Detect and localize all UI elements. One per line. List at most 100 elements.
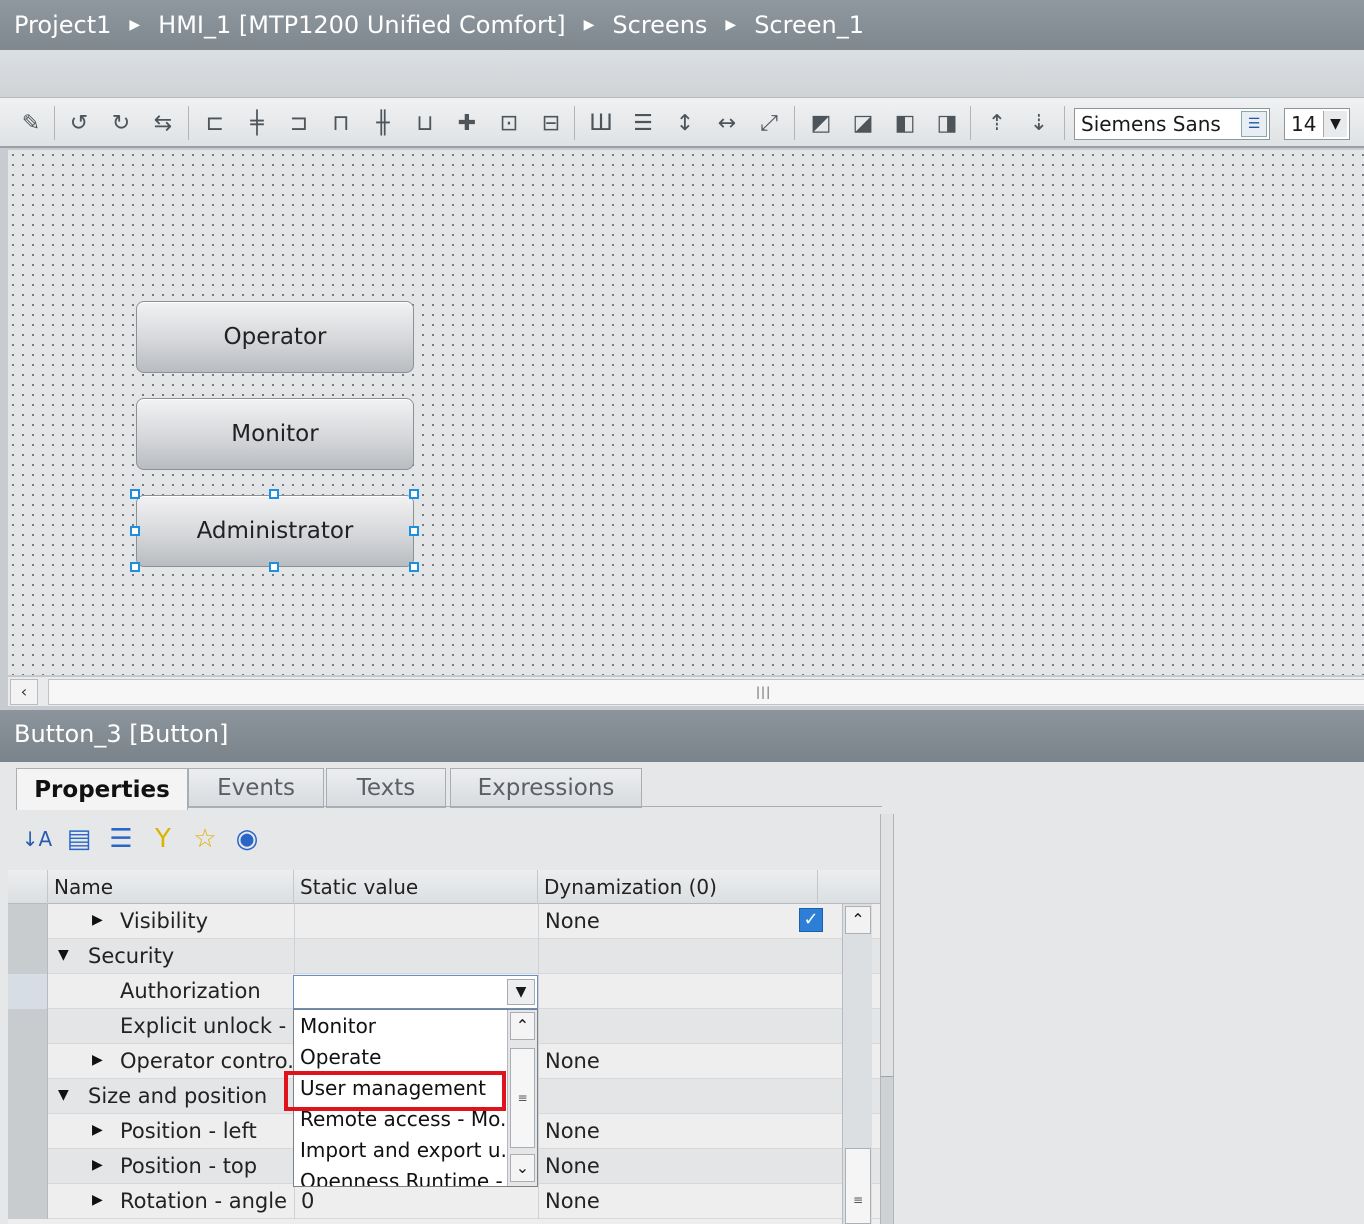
expand-arrow-icon[interactable]: ▶ (92, 1114, 103, 1138)
align-top-icon[interactable]: ⊓ (326, 108, 356, 138)
row-name: Visibility (120, 909, 209, 933)
align-right-icon[interactable]: ⊐ (284, 108, 314, 138)
center-vertical-icon[interactable]: ⊟ (536, 108, 566, 138)
canvas-button-monitor[interactable]: Monitor (136, 398, 414, 470)
tab-expressions[interactable]: Expressions (450, 768, 642, 808)
font-name-value: Siemens Sans (1081, 112, 1221, 136)
align-left-icon[interactable]: ⊏ (200, 108, 230, 138)
center-horizontal-icon[interactable]: ⊡ (494, 108, 524, 138)
screen-canvas[interactable]: Operator Monitor Administrator (8, 150, 1364, 675)
canvas-button-administrator[interactable]: Administrator (136, 495, 414, 567)
scroll-up-icon[interactable]: ⌃ (845, 906, 871, 934)
same-size-icon[interactable]: ⤢ (754, 108, 784, 138)
rotate-left-icon[interactable]: ↺ (64, 108, 94, 138)
bring-to-front-icon[interactable]: ◩ (806, 108, 836, 138)
selection-handle[interactable] (269, 489, 279, 499)
dropdown-option-monitor[interactable]: Monitor (294, 1012, 508, 1043)
tab-texts[interactable]: Texts (326, 768, 446, 808)
selection-handle[interactable] (130, 526, 140, 536)
row-dynamization[interactable]: None (538, 1149, 818, 1184)
same-height-icon[interactable]: ↕ (670, 108, 700, 138)
breadcrumb-hmi[interactable]: HMI_1 [MTP1200 Unified Comfort] (158, 11, 565, 39)
scrollbar-thumb[interactable] (48, 679, 1364, 705)
selection-handle[interactable] (409, 489, 419, 499)
bring-forward-icon[interactable]: ◪ (848, 108, 878, 138)
selection-handle[interactable] (130, 489, 140, 499)
dropdown-scrollbar[interactable]: ⌃ ≡ ⌄ (507, 1010, 537, 1186)
panel-splitter-scrollbar[interactable] (880, 814, 894, 1224)
expand-arrow-icon[interactable]: ▶ (92, 1044, 103, 1068)
row-dynamization[interactable]: None (538, 904, 818, 939)
row-static-value[interactable]: ✓ (294, 904, 823, 939)
tab-events[interactable]: Events (188, 768, 324, 808)
selection-handle[interactable] (409, 526, 419, 536)
same-width-icon[interactable]: ↔ (712, 108, 742, 138)
column-header-name[interactable]: Name (48, 870, 294, 904)
highlight-box (284, 1071, 506, 1111)
distribute-horizontal-icon[interactable]: Ш (586, 108, 616, 138)
scrollbar-thumb[interactable]: ≡ (845, 1148, 871, 1224)
table-row[interactable]: ▶ Visibility ✓ None (8, 904, 880, 939)
filter-icon[interactable]: Y (146, 820, 180, 858)
align-bottom-icon[interactable]: ⊔ (410, 108, 440, 138)
breadcrumb-screen[interactable]: Screen_1 (754, 11, 864, 39)
dropdown-option-import-export[interactable]: Import and export u... (294, 1136, 508, 1167)
list-view-icon[interactable]: ☰ (104, 820, 138, 858)
canvas-horizontal-scrollbar[interactable]: ‹ ||| (8, 676, 1364, 706)
selection-handle[interactable] (130, 562, 140, 572)
flip-icon[interactable]: ⇆ (148, 108, 178, 138)
chevron-down-icon[interactable]: ▼ (1323, 111, 1347, 137)
sort-az-icon[interactable]: ↓A (20, 820, 54, 858)
format-painter-icon[interactable]: ✎ (16, 108, 46, 138)
table-row[interactable]: ▶ Rotation - angle 0 None (8, 1184, 880, 1219)
tab-properties[interactable]: Properties (16, 768, 188, 810)
row-dynamization[interactable]: None (538, 1114, 818, 1149)
expand-arrow-icon[interactable]: ▶ (92, 1149, 103, 1173)
row-gutter (8, 1009, 48, 1044)
group-view-icon[interactable]: ▤ (62, 820, 96, 858)
distribute-vertical-icon[interactable]: ☰ (628, 108, 658, 138)
scroll-up-icon[interactable]: ⌃ (510, 1012, 535, 1040)
center-icon[interactable]: ✚ (452, 108, 482, 138)
visibility-eye-icon[interactable]: ◉ (230, 820, 264, 858)
table-row[interactable]: ▼ Security (8, 939, 880, 974)
rotate-right-icon[interactable]: ↻ (106, 108, 136, 138)
scroll-down-icon[interactable]: ⌄ (510, 1154, 535, 1182)
grid-vertical-scrollbar[interactable]: ⌃ ≡ (842, 904, 872, 1224)
column-header-static[interactable]: Static value (294, 870, 538, 904)
row-dynamization (538, 939, 818, 974)
selection-handle[interactable] (409, 562, 419, 572)
breadcrumb-screens[interactable]: Screens (612, 11, 707, 39)
collapse-arrow-icon[interactable]: ▼ (58, 939, 69, 963)
tab-order-up-icon[interactable]: ⇡ (982, 108, 1012, 138)
row-static-value[interactable]: 0 (294, 1184, 538, 1219)
expand-arrow-icon[interactable]: ▶ (92, 1184, 103, 1208)
scrollbar-thumb[interactable]: ≡ (510, 1048, 535, 1148)
row-dynamization[interactable]: None (538, 1044, 818, 1079)
align-center-icon[interactable]: ╪ (242, 108, 272, 138)
selection-handle[interactable] (269, 562, 279, 572)
collapse-arrow-icon[interactable]: ▼ (58, 1079, 69, 1103)
chevron-down-icon[interactable]: ▼ (507, 979, 535, 1005)
favorites-star-icon[interactable]: ☆ (188, 820, 222, 858)
send-backward-icon[interactable]: ◧ (890, 108, 920, 138)
row-name: Operator contro... (120, 1049, 308, 1073)
authorization-select[interactable]: ▼ (293, 975, 538, 1009)
toolbar-separator (574, 106, 575, 140)
font-name-field[interactable]: Siemens Sans ☰ (1074, 108, 1270, 140)
font-list-icon[interactable]: ☰ (1241, 111, 1267, 137)
dropdown-option-operate[interactable]: Operate (294, 1043, 508, 1074)
expand-arrow-icon[interactable]: ▶ (92, 904, 103, 928)
send-to-back-icon[interactable]: ◨ (932, 108, 962, 138)
row-dynamization (538, 974, 818, 1009)
dropdown-option-openness-runtime[interactable]: Openness Runtime - (294, 1167, 508, 1186)
scroll-left-icon[interactable]: ‹ (10, 679, 38, 705)
scrollbar-thumb[interactable] (881, 1076, 893, 1224)
align-middle-icon[interactable]: ╫ (368, 108, 398, 138)
row-dynamization[interactable]: None (538, 1184, 818, 1219)
tab-order-down-icon[interactable]: ⇣ (1024, 108, 1054, 138)
canvas-button-operator[interactable]: Operator (136, 301, 414, 373)
column-header-dynamization[interactable]: Dynamization (0) (538, 870, 818, 904)
font-size-select[interactable]: 14 ▼ (1284, 108, 1350, 140)
breadcrumb-project[interactable]: Project1 (14, 11, 111, 39)
